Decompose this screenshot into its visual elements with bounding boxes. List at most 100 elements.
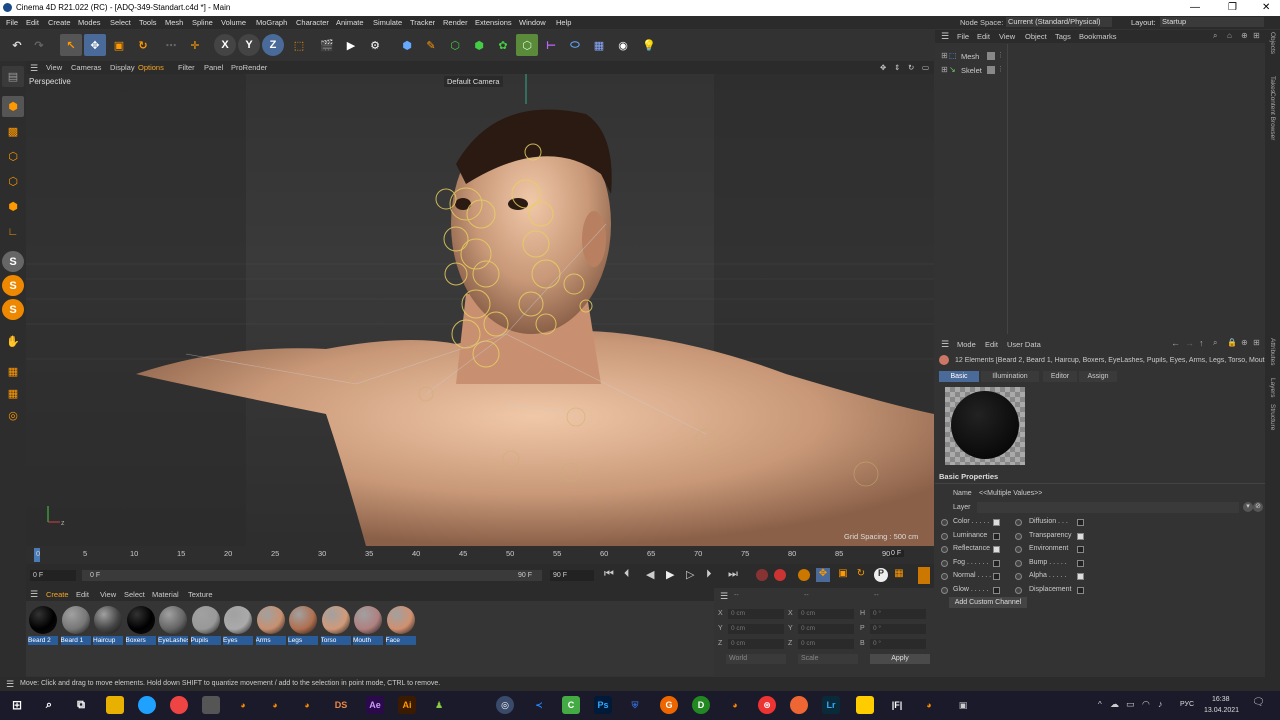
texture-mode-icon[interactable]: ▩	[2, 121, 24, 142]
key-pla-icon[interactable]: ▦	[892, 568, 906, 582]
material-swatch[interactable]: Eyes	[223, 605, 253, 645]
channel-animate-radio[interactable]	[941, 519, 948, 526]
material-menu-edit[interactable]: Edit	[76, 590, 89, 599]
attributes-menu-mode[interactable]: Mode	[957, 340, 976, 349]
workplane-icon[interactable]: ▦	[2, 361, 24, 382]
make-editable-icon[interactable]: ▤	[2, 66, 24, 87]
autokey-icon[interactable]	[774, 569, 786, 581]
objects-menu-view[interactable]: View	[999, 32, 1015, 41]
attributes-menu-edit[interactable]: Edit	[985, 340, 998, 349]
menu-character[interactable]: Character	[296, 18, 329, 27]
viewport-maximize-icon[interactable]: ▭	[922, 63, 929, 72]
material-swatch[interactable]: Mouth	[353, 605, 383, 645]
record-icon[interactable]	[756, 569, 768, 581]
material-menu-view[interactable]: View	[100, 590, 116, 599]
key-rotation-icon[interactable]: ↻	[854, 568, 868, 582]
channel-checkbox[interactable]	[993, 519, 1000, 526]
object-row-skelet[interactable]: ⊞ ↘ Skelet ⋮	[939, 65, 1269, 77]
model-mode-icon[interactable]: ⬢	[2, 96, 24, 117]
up-arrow-icon[interactable]: ↑	[1199, 338, 1204, 348]
axis-mode-icon[interactable]: ∟	[2, 221, 24, 242]
step-forward-icon[interactable]: ▷	[686, 568, 694, 581]
layer-menu-icon[interactable]: ▾	[1243, 502, 1253, 512]
material-hamburger-icon[interactable]: ☰	[30, 589, 38, 600]
expand-icon[interactable]: ⊞	[941, 51, 948, 60]
y-axis-icon[interactable]: Y	[238, 34, 260, 56]
notifications-icon[interactable]: 🗨	[1252, 697, 1265, 708]
floor-icon[interactable]: ▦	[588, 34, 610, 56]
menu-mesh[interactable]: Mesh	[165, 18, 183, 27]
expand-icon[interactable]: ⊞	[941, 65, 948, 74]
material-swatch[interactable]: Torso	[320, 605, 351, 645]
coordinate-mode-dropdown[interactable]: Scale	[798, 654, 858, 664]
attributes-search-icon[interactable]: ⌕	[1213, 338, 1217, 348]
material-menu-material[interactable]: Material	[152, 590, 179, 599]
channel-checkbox[interactable]	[1077, 546, 1084, 553]
channel-checkbox[interactable]	[993, 573, 1000, 580]
brush-icon[interactable]: ✋	[2, 331, 24, 352]
side-tab-content-browser[interactable]: Content Browser	[1269, 92, 1276, 140]
field-icon[interactable]: ⬭	[564, 34, 586, 56]
channel-checkbox[interactable]	[993, 586, 1000, 594]
vscode-icon[interactable]: ≺	[530, 696, 548, 714]
menu-volume[interactable]: Volume	[221, 18, 246, 27]
blender-icon[interactable]: ◕	[234, 696, 252, 714]
app-icon-2[interactable]: ♟	[430, 696, 448, 714]
tab-illumination[interactable]: Illumination	[981, 371, 1039, 382]
telegram-icon[interactable]	[138, 696, 156, 714]
after-effects-icon[interactable]: Ae	[366, 696, 384, 714]
render-region-icon[interactable]: 🎬	[316, 34, 338, 56]
polygons-mode-icon[interactable]: ⬢	[2, 196, 24, 217]
objects-new-view-icon[interactable]: ⊕	[1241, 31, 1248, 40]
live-select-icon[interactable]: ⋯	[160, 34, 182, 56]
app-icon-3[interactable]: G	[660, 696, 678, 714]
channel-checkbox[interactable]	[1077, 519, 1084, 526]
objects-menu-edit[interactable]: Edit	[977, 32, 990, 41]
goto-end-icon[interactable]: ⏭	[728, 568, 738, 581]
channel-checkbox[interactable]	[993, 546, 1000, 553]
camera-label[interactable]: Default Camera	[444, 76, 503, 87]
visibility-icon[interactable]: ⋮	[997, 65, 1004, 73]
task-view-icon[interactable]: ⧉	[72, 696, 90, 714]
material-swatch[interactable]: Haircup	[93, 605, 123, 645]
layout-dropdown[interactable]: Startup	[1160, 17, 1264, 27]
menu-create[interactable]: Create	[48, 18, 71, 27]
start-frame-field[interactable]: 0 F	[30, 570, 76, 581]
menu-render[interactable]: Render	[443, 18, 468, 27]
material-swatch[interactable]: Boxers	[125, 605, 156, 645]
undo-icon[interactable]: ↶	[6, 34, 28, 56]
chrome-icon[interactable]	[170, 696, 188, 714]
material-swatch[interactable]: Pupils	[190, 605, 221, 645]
key-position-icon[interactable]: ✥	[816, 568, 830, 582]
coord-value-field[interactable]: 0 °	[870, 639, 926, 649]
channel-animate-radio[interactable]	[1015, 532, 1022, 540]
attributes-settings-icon[interactable]: ⊞	[1253, 338, 1260, 347]
blender-icon-3[interactable]: ◕	[298, 696, 316, 714]
viewport-menu-prorender[interactable]: ProRender	[231, 63, 267, 72]
edges-mode-icon[interactable]: ⬡	[2, 171, 24, 192]
timeline[interactable]: 0 F 0 5 10 15 20 25 30 35 40 45 50 55 60 65 70 75 80 85 90	[26, 546, 934, 564]
lock-icon[interactable]: 🔒	[1227, 338, 1237, 347]
channel-checkbox[interactable]	[1077, 532, 1084, 540]
menu-file[interactable]: File	[6, 18, 18, 27]
coord-value-field[interactable]: 0 cm	[798, 624, 854, 634]
coordinates-hamburger-icon[interactable]: ☰	[720, 591, 728, 602]
camtasia-icon[interactable]: C	[562, 696, 580, 714]
viewport-pan-icon[interactable]: ⇕	[894, 63, 900, 72]
menu-tracker[interactable]: Tracker	[410, 18, 435, 27]
menu-mograph[interactable]: MoGraph	[256, 18, 287, 27]
menu-help[interactable]: Help	[556, 18, 571, 27]
lightroom-icon[interactable]: Lr	[822, 696, 840, 714]
tray-chevron-icon[interactable]: ^	[1098, 700, 1102, 709]
node-space-dropdown[interactable]: Current (Standard/Physical)	[1006, 17, 1112, 27]
key-parameter-icon[interactable]: P	[874, 568, 888, 582]
pen-icon[interactable]: ✎	[420, 34, 442, 56]
file-explorer-icon[interactable]	[106, 696, 124, 714]
extrude-icon[interactable]: ⬢	[468, 34, 490, 56]
clock-date[interactable]: 13.04.2021	[1204, 707, 1239, 714]
forward-arrow-icon[interactable]: →	[1185, 338, 1194, 348]
layer-color-icon[interactable]	[987, 66, 995, 74]
coord-value-field[interactable]: 0 cm	[728, 639, 784, 649]
language-indicator[interactable]: РУС	[1180, 701, 1194, 708]
menu-select[interactable]: Select	[110, 18, 131, 27]
